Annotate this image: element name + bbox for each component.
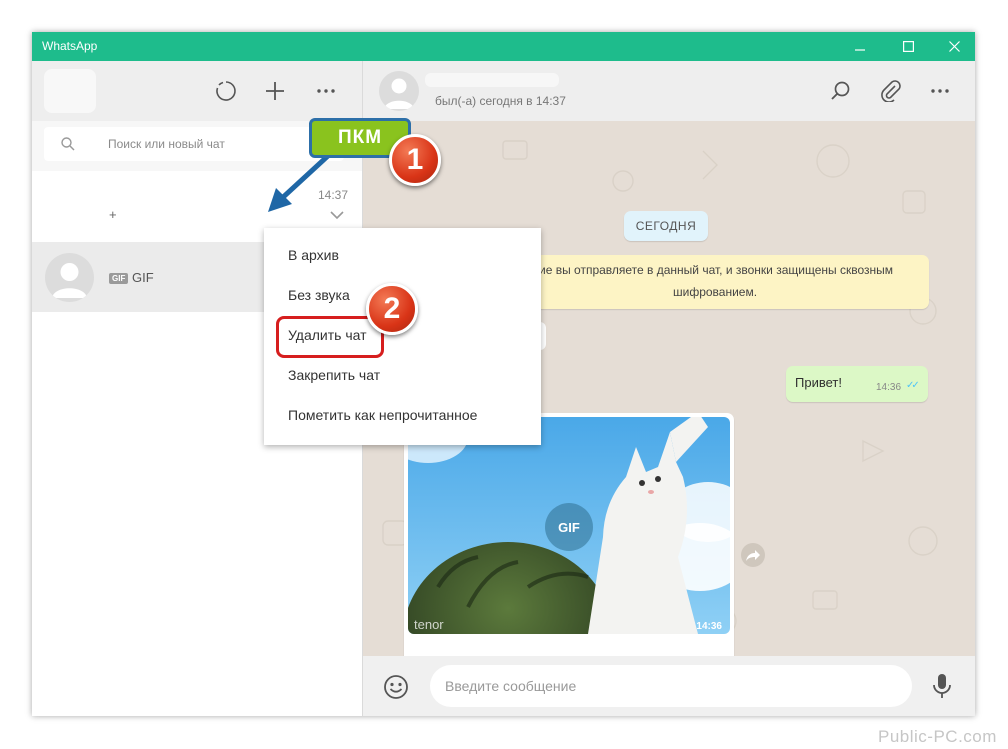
chat-preview: GIF: [132, 270, 154, 285]
date-chip: СЕГОДНЯ: [624, 211, 708, 241]
gif-play-badge[interactable]: GIF: [558, 520, 580, 535]
window-controls: [851, 37, 973, 57]
new-chat-icon[interactable]: [257, 73, 293, 109]
encryption-text: ие вы отправляете в данный чат, и звонки…: [539, 263, 893, 277]
forward-icon[interactable]: [741, 543, 765, 567]
microphone-icon[interactable]: [931, 672, 953, 705]
gif-message[interactable]: GIF tenor 14:36: [404, 413, 734, 668]
menu-item-label: В архив: [288, 247, 339, 263]
contact-status: был(-а) сегодня в 14:37: [435, 94, 566, 108]
menu-item-archive[interactable]: В архив: [264, 236, 541, 276]
message-text: Привет!: [795, 375, 842, 390]
message-input[interactable]: Введите сообщение: [430, 665, 912, 707]
contact-name[interactable]: [425, 73, 559, 87]
encryption-notice[interactable]: ие вы отправляете в данный чат, и звонки…: [526, 255, 929, 309]
window-title: WhatsApp: [42, 39, 98, 53]
gif-preview[interactable]: GIF tenor 14:36: [408, 417, 730, 634]
compose-bar: Введите сообщение: [363, 656, 975, 716]
maximize-icon[interactable]: [903, 41, 914, 52]
gif-time: 14:36: [696, 621, 722, 632]
highlight-box: [276, 316, 384, 358]
search-icon: [61, 137, 75, 151]
status-icon[interactable]: [208, 73, 244, 109]
gif-badge: GIF: [109, 273, 129, 284]
close-icon[interactable]: [949, 41, 960, 52]
annotation-arrow-icon: [268, 151, 333, 212]
menu-item-label: Закрепить чат: [288, 367, 381, 383]
search-icon[interactable]: [823, 73, 859, 109]
profile-avatar[interactable]: [44, 69, 96, 113]
message-time: 14:36: [876, 382, 902, 393]
emoji-icon[interactable]: [383, 674, 409, 705]
avatar: [45, 253, 94, 302]
minimize-icon[interactable]: [855, 42, 865, 52]
message-placeholder: Введите сообщение: [445, 678, 577, 694]
menu-item-pin-chat[interactable]: Закрепить чат: [264, 356, 541, 396]
menu-item-label: Без звука: [288, 287, 350, 303]
conversation-header: был(-а) сегодня в 14:37: [363, 61, 975, 121]
title-bar: WhatsApp —: [32, 32, 975, 61]
conversation-menu-icon[interactable]: [922, 73, 958, 109]
search-placeholder: Поиск или новый чат: [108, 137, 225, 151]
menu-item-mark-unread[interactable]: Пометить как непрочитанное: [264, 396, 541, 436]
contact-avatar[interactable]: [379, 71, 419, 111]
encryption-text: шифрованием.: [673, 285, 758, 299]
menu-item-label: Пометить как непрочитанное: [288, 407, 478, 423]
tenor-watermark: tenor: [414, 617, 444, 632]
chat-preview: +: [109, 207, 117, 222]
sidebar-header: [32, 61, 362, 121]
outgoing-message[interactable]: Привет! 14:36 ✓✓: [786, 366, 928, 402]
attach-icon[interactable]: [873, 73, 909, 109]
menu-icon[interactable]: [308, 73, 344, 109]
site-watermark: Public-PC.com: [878, 727, 997, 746]
read-ticks-icon: ✓✓: [906, 380, 920, 391]
step-number-1: 1: [389, 134, 441, 186]
step-number-2: 2: [366, 283, 418, 335]
